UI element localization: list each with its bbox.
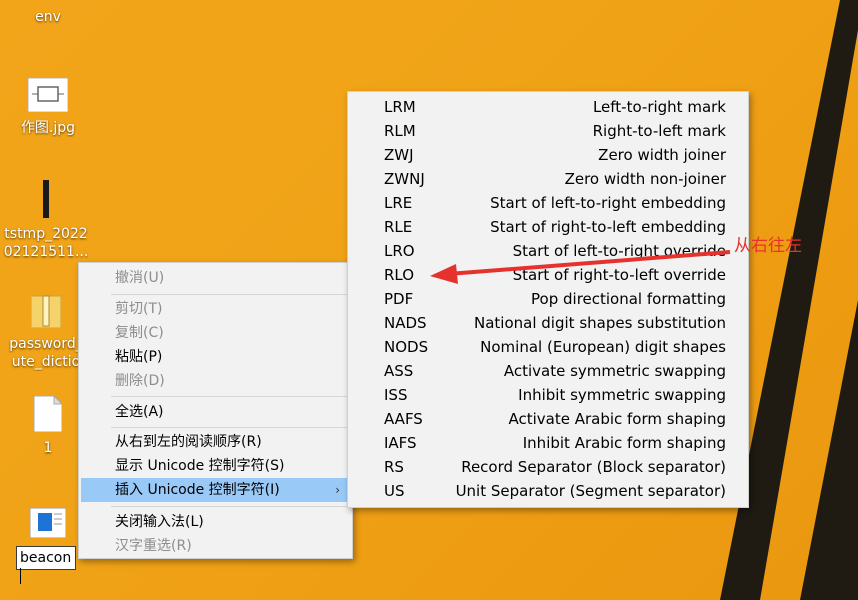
control-code: ISS — [384, 386, 408, 404]
control-description: Activate Arabic form shaping — [508, 410, 726, 428]
submenu-item-iafs[interactable]: IAFS Inhibit Arabic form shaping — [348, 431, 748, 455]
menu-item-select-all[interactable]: 全选(A) — [81, 400, 350, 424]
control-code: LRO — [384, 242, 415, 260]
control-code: LRM — [384, 98, 416, 116]
menu-item-cut[interactable]: 剪切(T) — [81, 297, 350, 321]
menu-separator — [111, 506, 347, 507]
document-icon — [29, 507, 67, 539]
control-code: ASS — [384, 362, 414, 380]
submenu-item-ass[interactable]: ASS Activate symmetric swapping — [348, 359, 748, 383]
desktop-icon-label: 02121511... — [3, 244, 89, 260]
control-description: Zero width non-joiner — [564, 170, 726, 188]
submenu-item-nads[interactable]: NADS National digit shapes substitution — [348, 311, 748, 335]
control-description: Record Separator (Block separator) — [461, 458, 726, 476]
submenu-item-us[interactable]: US Unit Separator (Segment separator) — [348, 479, 748, 503]
control-description: Activate symmetric swapping — [503, 362, 726, 380]
desktop-icon-jpg[interactable]: 作图.jpg — [2, 77, 94, 137]
control-code: PDF — [384, 290, 414, 308]
blank-file-icon — [33, 394, 64, 433]
control-code: LRE — [384, 194, 413, 212]
control-code: US — [384, 482, 405, 500]
control-description: Inhibit symmetric swapping — [518, 386, 726, 404]
menu-item-delete[interactable]: 删除(D) — [81, 369, 350, 393]
control-code: ZWJ — [384, 146, 414, 164]
menu-item-insert-unicode[interactable]: 插入 Unicode 控制字符(I) › — [81, 478, 350, 502]
control-description: Right-to-left mark — [592, 122, 726, 140]
control-description: Nominal (European) digit shapes — [480, 338, 726, 356]
control-code: ZWNJ — [384, 170, 425, 188]
menu-item-label: 插入 Unicode 控制字符(I) — [115, 482, 280, 498]
submenu-item-aafs[interactable]: AAFS Activate Arabic form shaping — [348, 407, 748, 431]
submenu-item-pdf[interactable]: PDF Pop directional formatting — [348, 287, 748, 311]
control-description: Zero width joiner — [598, 146, 726, 164]
submenu-item-nods[interactable]: NODS Nominal (European) digit shapes — [348, 335, 748, 359]
control-description: Left-to-right mark — [592, 98, 726, 116]
submenu-item-lrm[interactable]: LRM Left-to-right mark — [348, 95, 748, 119]
submenu-item-rle[interactable]: RLE Start of right-to-left embedding — [348, 215, 748, 239]
control-description: National digit shapes substitution — [474, 314, 726, 332]
control-code: AAFS — [384, 410, 423, 428]
submenu-item-iss[interactable]: ISS Inhibit symmetric swapping — [348, 383, 748, 407]
image-file-icon — [27, 77, 69, 113]
control-code: RLO — [384, 266, 415, 284]
control-description: Inhibit Arabic form shaping — [522, 434, 726, 452]
context-menu: 撤消(U) 剪切(T) 复制(C) 粘贴(P) 删除(D) 全选(A) 从右到左… — [78, 262, 353, 559]
submenu-item-lre[interactable]: LRE Start of left-to-right embedding — [348, 191, 748, 215]
menu-separator — [111, 427, 347, 428]
control-code: RLM — [384, 122, 416, 140]
control-code: RS — [384, 458, 404, 476]
control-description: Unit Separator (Segment separator) — [455, 482, 726, 500]
rename-input[interactable]: beacon — [16, 546, 76, 584]
file-icon — [43, 180, 49, 218]
desktop-icon-env[interactable]: env — [2, 0, 94, 26]
control-description: Start of left-to-right override — [512, 242, 726, 260]
control-description: Start of left-to-right embedding — [490, 194, 726, 212]
submenu-item-lro[interactable]: LRO Start of left-to-right override — [348, 239, 748, 263]
menu-separator — [111, 396, 347, 397]
control-description: Start of right-to-left embedding — [490, 218, 726, 236]
submenu-arrow-icon: › — [335, 483, 340, 497]
annotation-label: 从右往左 — [734, 236, 802, 256]
rename-value: beacon — [20, 550, 72, 566]
submenu-item-zwj[interactable]: ZWJ Zero width joiner — [348, 143, 748, 167]
unicode-submenu: LRM Left-to-right mark RLM Right-to-left… — [347, 91, 749, 508]
submenu-item-rs[interactable]: RS Record Separator (Block separator) — [348, 455, 748, 479]
control-code: RLE — [384, 218, 413, 236]
control-code: NADS — [384, 314, 427, 332]
menu-item-paste[interactable]: 粘贴(P) — [81, 345, 350, 369]
control-code: IAFS — [384, 434, 417, 452]
menu-item-close-ime[interactable]: 关闭输入法(L) — [81, 510, 350, 534]
control-code: NODS — [384, 338, 429, 356]
submenu-item-rlm[interactable]: RLM Right-to-left mark — [348, 119, 748, 143]
menu-separator — [111, 294, 347, 295]
control-description: Start of right-to-left override — [512, 266, 726, 284]
desktop-icon-label: 作图.jpg — [20, 120, 76, 136]
submenu-item-rlo[interactable]: RLO Start of right-to-left override — [348, 263, 748, 287]
menu-item-undo[interactable]: 撤消(U) — [81, 266, 350, 290]
submenu-item-zwnj[interactable]: ZWNJ Zero width non-joiner — [348, 167, 748, 191]
desktop-icon-label: env — [35, 9, 61, 25]
menu-item-reconvert[interactable]: 汉字重选(R) — [81, 534, 350, 558]
zip-folder-icon — [30, 295, 62, 329]
desktop-icon-label: tstmp_2022 — [4, 226, 88, 242]
text-caret — [20, 568, 21, 584]
control-description: Pop directional formatting — [531, 290, 726, 308]
menu-item-copy[interactable]: 复制(C) — [81, 321, 350, 345]
menu-item-show-unicode[interactable]: 显示 Unicode 控制字符(S) — [81, 454, 350, 478]
desktop-icon-tstmp[interactable]: tstmp_2022 02121511... — [0, 180, 92, 261]
menu-item-rtl-reading-order[interactable]: 从右到左的阅读顺序(R) — [81, 430, 350, 454]
